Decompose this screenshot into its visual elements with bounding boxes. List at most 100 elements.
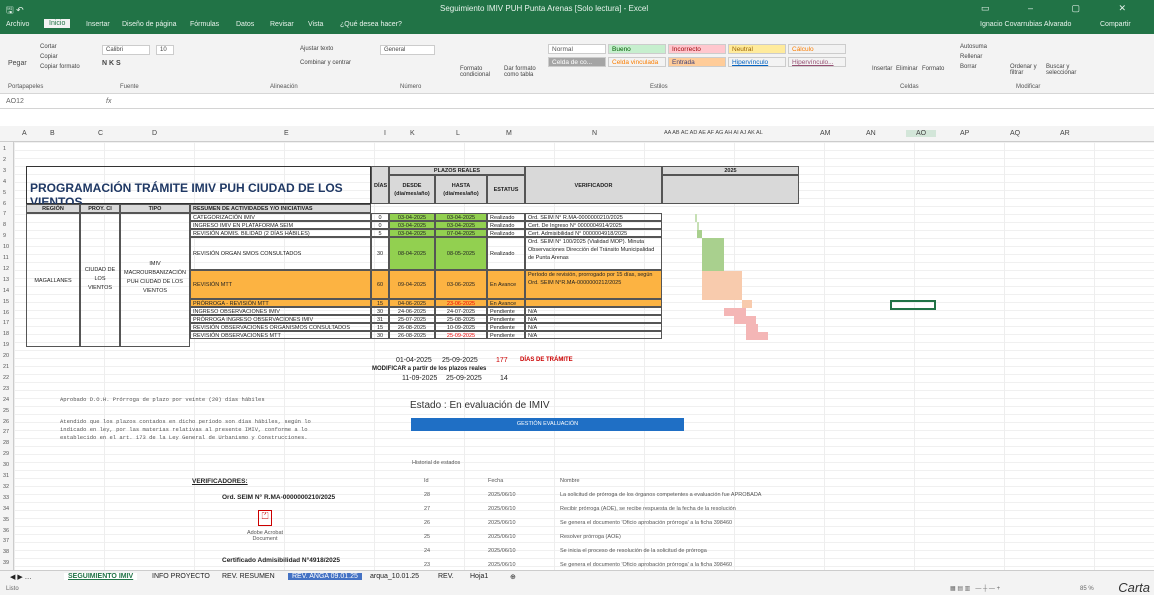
row-header[interactable]: 7 xyxy=(3,211,6,217)
sheet-rev[interactable]: REV. xyxy=(434,573,458,580)
style-hipervinculo-visitado[interactable]: Hipervínculo... xyxy=(788,57,846,67)
col-aa-al[interactable]: AA AB AC AD AE AF AG AH AI AJ AK AL xyxy=(664,130,763,136)
fill-button[interactable]: Rellenar xyxy=(960,54,982,60)
row-header[interactable]: 25 xyxy=(3,408,9,414)
tab-vista[interactable]: Vista xyxy=(308,21,323,28)
sheet-hoja1[interactable]: Hoja1 xyxy=(466,573,492,580)
font-select[interactable]: Calibri xyxy=(102,45,150,55)
style-normal[interactable]: Normal xyxy=(548,44,606,54)
row-header[interactable]: 21 xyxy=(3,364,9,370)
style-calculo[interactable]: Cálculo xyxy=(788,44,846,54)
row-header[interactable]: 6 xyxy=(3,201,6,207)
sheet-rev-anga[interactable]: REV. ANGA 09.01.25 xyxy=(288,573,362,580)
col-b[interactable]: B xyxy=(50,130,55,137)
row-header[interactable]: 23 xyxy=(3,386,9,392)
tab-insertar[interactable]: Insertar xyxy=(86,21,110,28)
row-header[interactable]: 4 xyxy=(3,179,6,185)
sheet-nav[interactable]: ◀ ▶ … xyxy=(6,573,36,581)
tab-archivo[interactable]: Archivo xyxy=(6,21,29,28)
style-bueno[interactable]: Bueno xyxy=(608,44,666,54)
col-an[interactable]: AN xyxy=(866,130,876,137)
zoom-level[interactable]: 85 % xyxy=(1080,586,1094,592)
gestion-evaluacion-button[interactable]: GESTIÓN EVALUACIÓN xyxy=(411,418,684,431)
number-format-select[interactable]: General xyxy=(380,45,435,55)
sheet-arqua[interactable]: arqua_10.01.25 xyxy=(366,573,423,580)
tab-datos[interactable]: Datos xyxy=(236,21,254,28)
col-l[interactable]: L xyxy=(456,130,460,137)
format-painter-button[interactable]: Copiar formato xyxy=(40,64,80,70)
copy-button[interactable]: Copiar xyxy=(40,54,58,60)
tab-inicio[interactable]: Inicio xyxy=(44,19,71,28)
share-button[interactable]: Compartir xyxy=(1100,21,1131,28)
col-ar[interactable]: AR xyxy=(1060,130,1070,137)
row-header[interactable]: 15 xyxy=(3,299,9,305)
font-size-select[interactable]: 10 xyxy=(156,45,174,55)
row-header[interactable]: 8 xyxy=(3,222,6,228)
col-d[interactable]: D xyxy=(152,130,157,137)
format-cells-button[interactable]: Formato xyxy=(922,66,944,72)
format-as-table-button[interactable]: Dar formato como tabla xyxy=(504,66,544,78)
row-header[interactable]: 35 xyxy=(3,517,9,523)
sheet-seguimiento[interactable]: SEGUIMIENTO IMIV xyxy=(64,573,138,580)
row-header[interactable]: 13 xyxy=(3,277,9,283)
delete-cells-button[interactable]: Eliminar xyxy=(896,66,918,72)
row-header[interactable]: 26 xyxy=(3,419,9,425)
wrap-text-button[interactable]: Ajustar texto xyxy=(300,46,333,52)
col-ap[interactable]: AP xyxy=(960,130,969,137)
style-celda-comprobacion[interactable]: Celda de co... xyxy=(548,57,606,67)
name-box[interactable]: AO12 xyxy=(6,98,24,105)
sort-filter-button[interactable]: Ordenar y filtrar xyxy=(1010,64,1046,76)
row-header[interactable]: 12 xyxy=(3,266,9,272)
cut-button[interactable]: Cortar xyxy=(40,44,57,50)
style-incorrecto[interactable]: Incorrecto xyxy=(668,44,726,54)
col-i[interactable]: I xyxy=(384,130,386,137)
tab-formulas[interactable]: Fórmulas xyxy=(190,21,219,28)
row-header[interactable]: 33 xyxy=(3,495,9,501)
fx-icon[interactable]: fx xyxy=(106,98,111,105)
tab-revisar[interactable]: Revisar xyxy=(270,21,294,28)
row-header[interactable]: 5 xyxy=(3,190,6,196)
style-celda-vinculada[interactable]: Celda vinculada xyxy=(608,57,666,67)
row-header[interactable]: 14 xyxy=(3,288,9,294)
row-header[interactable]: 27 xyxy=(3,429,9,435)
style-neutral[interactable]: Neutral xyxy=(728,44,786,54)
row-header[interactable]: 34 xyxy=(3,506,9,512)
insert-cells-button[interactable]: Insertar xyxy=(872,66,892,72)
row-header[interactable]: 36 xyxy=(3,528,9,534)
col-k[interactable]: K xyxy=(410,130,415,137)
row-header[interactable]: 19 xyxy=(3,342,9,348)
row-header[interactable]: 20 xyxy=(3,353,9,359)
row-header[interactable]: 22 xyxy=(3,375,9,381)
add-sheet-icon[interactable]: ⊕ xyxy=(506,573,520,581)
row-header[interactable]: 1 xyxy=(3,146,6,152)
find-select-button[interactable]: Buscar y seleccionar xyxy=(1046,64,1086,76)
row-header[interactable]: 38 xyxy=(3,549,9,555)
view-buttons[interactable]: ▦ ▤ ▥ — ┼ — + xyxy=(950,585,1000,592)
active-cell[interactable] xyxy=(890,300,936,310)
row-header[interactable]: 28 xyxy=(3,440,9,446)
bold-italic-underline[interactable]: N K S xyxy=(102,60,121,67)
row-header[interactable]: 30 xyxy=(3,462,9,468)
row-header[interactable]: 10 xyxy=(3,244,9,250)
tell-me-search[interactable]: ¿Qué desea hacer? xyxy=(340,21,402,28)
row-header[interactable]: 16 xyxy=(3,310,9,316)
style-hipervinculo[interactable]: Hipervínculo xyxy=(728,57,786,67)
col-c[interactable]: C xyxy=(98,130,103,137)
row-header[interactable]: 24 xyxy=(3,397,9,403)
autosum-button[interactable]: Autosuma xyxy=(960,44,987,50)
tab-diseno[interactable]: Diseño de página xyxy=(122,21,177,28)
row-header[interactable]: 3 xyxy=(3,168,6,174)
row-header[interactable]: 11 xyxy=(3,255,9,261)
pdf-icon[interactable]: ⏍ xyxy=(258,510,272,526)
paste-button[interactable]: Pegar xyxy=(8,60,27,67)
row-header[interactable]: 39 xyxy=(3,560,9,566)
row-header[interactable]: 18 xyxy=(3,331,9,337)
col-m[interactable]: M xyxy=(506,130,512,137)
col-e[interactable]: E xyxy=(284,130,289,137)
conditional-format-button[interactable]: Formato condicional xyxy=(460,66,496,78)
row-header[interactable]: 9 xyxy=(3,233,6,239)
col-aq[interactable]: AQ xyxy=(1010,130,1020,137)
row-header[interactable]: 31 xyxy=(3,473,9,479)
style-entrada[interactable]: Entrada xyxy=(668,57,726,67)
clear-button[interactable]: Borrar xyxy=(960,64,977,70)
